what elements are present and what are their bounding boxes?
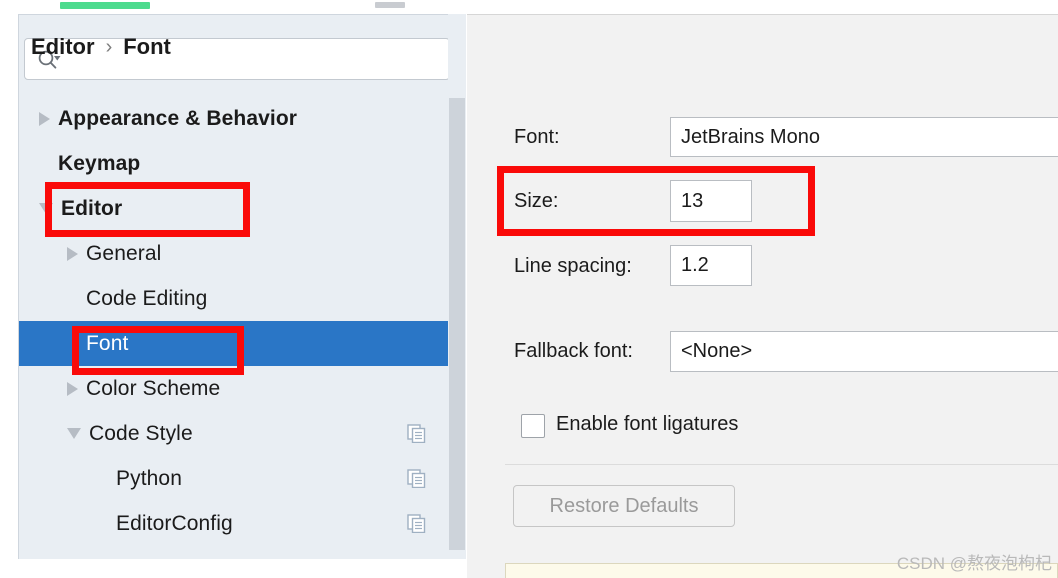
- sidebar-item-keymap[interactable]: Keymap: [19, 141, 466, 186]
- chevron-right-icon[interactable]: [67, 246, 78, 261]
- chevron-down-icon[interactable]: [39, 203, 53, 214]
- sidebar-item-label: EditorConfig: [116, 511, 233, 535]
- tree-spacer-icon: [67, 293, 78, 304]
- tree-spacer-icon: [97, 473, 108, 484]
- sidebar-item-color-scheme[interactable]: Color Scheme: [19, 366, 466, 411]
- sidebar-item-appearance-behavior[interactable]: Appearance & Behavior: [19, 96, 466, 141]
- enable-font-ligatures-checkbox[interactable]: [521, 414, 545, 438]
- font-family-label: Font:: [514, 126, 560, 148]
- sidebar-item-code-editing[interactable]: Code Editing: [19, 276, 466, 321]
- sidebar-item-label: Appearance & Behavior: [58, 106, 298, 130]
- sidebar-item-label: HTML: [116, 557, 174, 559]
- settings-tree[interactable]: Appearance & Behavior Keymap Editor General…: [19, 96, 466, 558]
- font-family-input[interactable]: [670, 117, 1058, 157]
- sidebar-item-label: Editor: [61, 196, 123, 220]
- duplicate-icon[interactable]: [407, 514, 426, 533]
- sidebar-item-code-style[interactable]: Code Style: [19, 411, 466, 456]
- tree-spacer-icon: [39, 158, 50, 169]
- sidebar-item-label: Keymap: [58, 151, 141, 175]
- fallback-font-label: Fallback font:: [514, 340, 633, 362]
- breadcrumb-current: Font: [123, 34, 171, 59]
- restore-defaults-button[interactable]: Restore Defaults: [513, 485, 735, 527]
- font-size-label: Size:: [514, 190, 559, 212]
- panel-divider: [505, 464, 1058, 465]
- chevron-right-icon[interactable]: [67, 381, 78, 396]
- chevron-right-icon[interactable]: [39, 111, 50, 126]
- line-spacing-label: Line spacing:: [514, 255, 632, 277]
- top-toolbar-sliver: [0, 0, 1058, 14]
- sidebar-item-label: Font: [86, 331, 129, 355]
- csdn-watermark: CSDN @熬夜泡枸杞: [896, 554, 1052, 573]
- sidebar-item-label: Code Style: [89, 421, 193, 445]
- breadcrumb-separator-icon: ›: [105, 35, 113, 58]
- sidebar-item-editor[interactable]: Editor: [19, 186, 466, 231]
- enable-font-ligatures-label[interactable]: Enable font ligatures: [556, 413, 738, 436]
- sidebar-item-label: Color Scheme: [86, 376, 221, 400]
- fallback-font-input[interactable]: [670, 331, 1058, 372]
- settings-dialog: Appearance & Behavior Keymap Editor General…: [0, 0, 1058, 578]
- sidebar-item-label: General: [86, 241, 162, 265]
- breadcrumb: Editor › Font: [31, 34, 171, 60]
- sidebar-scrollbar-track[interactable]: [448, 14, 466, 559]
- sidebar-scrollbar-thumb[interactable]: [449, 98, 465, 550]
- sidebar-item-label: Code Editing: [86, 286, 208, 310]
- font-size-input[interactable]: [670, 180, 752, 222]
- sidebar-item-python[interactable]: Python: [19, 456, 466, 501]
- sidebar-item-font[interactable]: Font: [19, 321, 466, 366]
- breadcrumb-parent[interactable]: Editor: [31, 34, 95, 60]
- chevron-down-icon[interactable]: [67, 428, 81, 439]
- tree-spacer-icon: [97, 518, 108, 529]
- line-spacing-input[interactable]: [670, 245, 752, 286]
- sidebar-item-html[interactable]: HTML: [19, 546, 466, 559]
- green-tab-indicator: [60, 2, 150, 9]
- sidebar-item-editorconfig[interactable]: EditorConfig: [19, 501, 466, 546]
- sidebar-item-label: Python: [116, 466, 182, 490]
- tree-spacer-icon: [67, 338, 78, 349]
- duplicate-icon[interactable]: [407, 469, 426, 488]
- duplicate-icon[interactable]: [407, 424, 426, 443]
- gray-toolbar-chip: [375, 2, 405, 8]
- sidebar-item-general[interactable]: General: [19, 231, 466, 276]
